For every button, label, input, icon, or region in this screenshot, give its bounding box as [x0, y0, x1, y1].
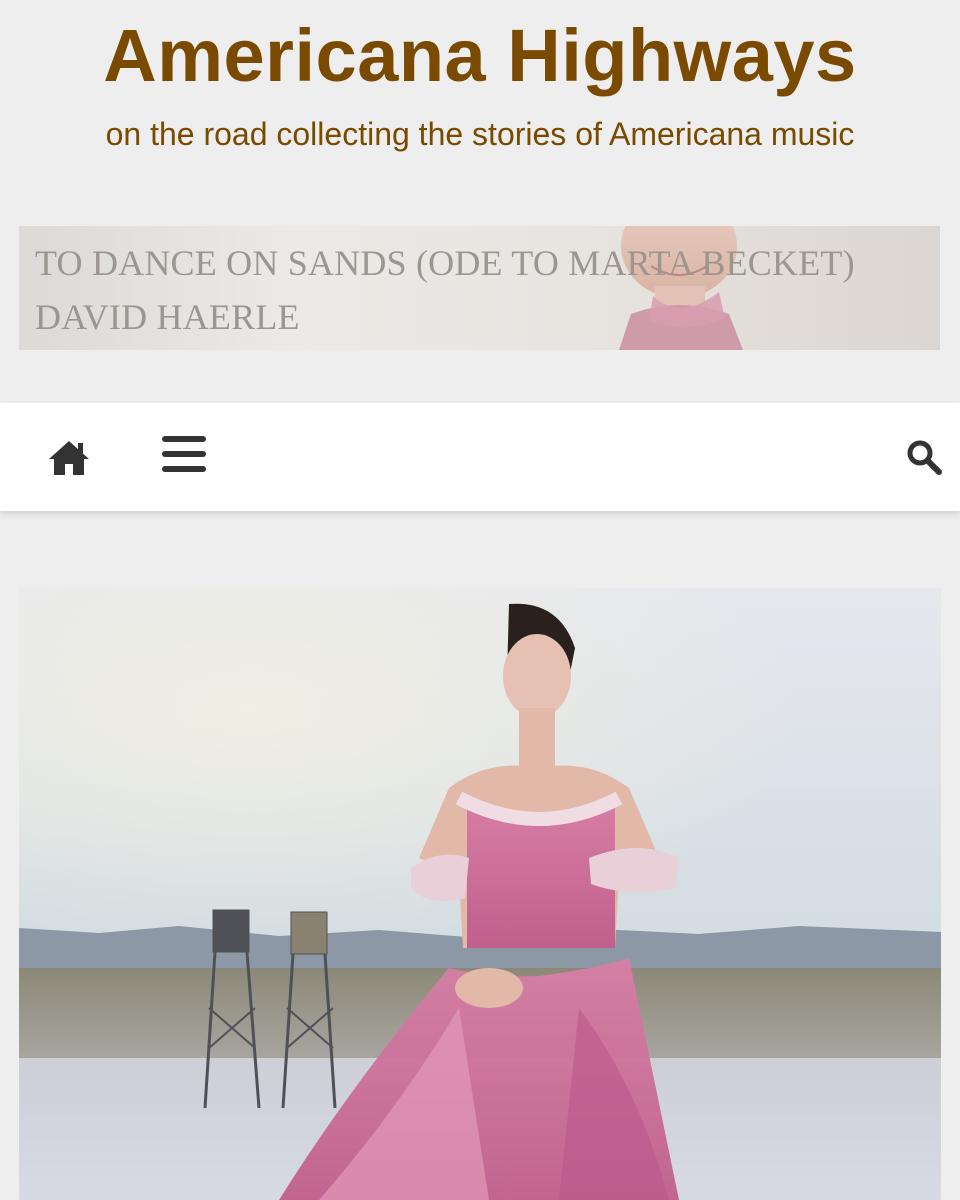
- main-navbar: [0, 403, 960, 511]
- site-header: Americana Highways on the road collectin…: [0, 0, 960, 400]
- site-tagline: on the road collecting the stories of Am…: [105, 116, 855, 152]
- site-title[interactable]: Americana Highways: [0, 14, 960, 98]
- home-icon[interactable]: [48, 439, 90, 477]
- header-banner[interactable]: TO DANCE ON SANDS (ODE TO MARTA BECKET) …: [19, 226, 940, 350]
- banner-song-title: TO DANCE ON SANDS (ODE TO MARTA BECKET): [35, 243, 855, 283]
- menu-icon[interactable]: [162, 435, 206, 473]
- banner-artist-name: DAVID HAERLE: [35, 297, 300, 337]
- featured-image[interactable]: [19, 588, 941, 1200]
- dancer-desert-photo: [19, 588, 941, 1200]
- search-icon[interactable]: [906, 439, 942, 475]
